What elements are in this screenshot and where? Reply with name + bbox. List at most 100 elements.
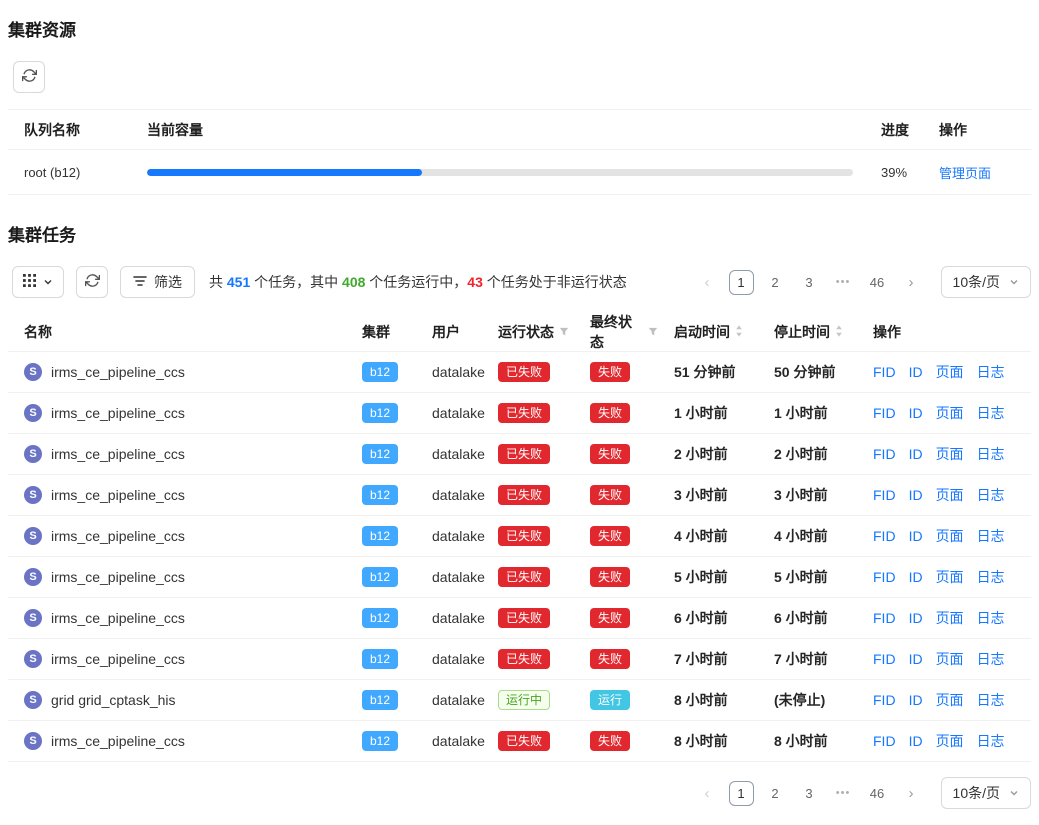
queue-name: root (b12) — [8, 165, 139, 180]
start-time: 2 小时前 — [666, 444, 766, 464]
pagination-page-1[interactable]: 1 — [729, 781, 754, 806]
log-link[interactable]: 日志 — [977, 526, 1005, 546]
table-row: S irms_ce_pipeline_ccs b12 datalake 已失败 … — [8, 393, 1031, 434]
cluster-badge: b12 — [362, 403, 398, 423]
table-row: S irms_ce_pipeline_ccs b12 datalake 已失败 … — [8, 639, 1031, 680]
fid-link[interactable]: FID — [873, 651, 896, 667]
fid-link[interactable]: FID — [873, 405, 896, 421]
fid-link[interactable]: FID — [873, 487, 896, 503]
task-avatar: S — [24, 404, 42, 422]
fid-link[interactable]: FID — [873, 610, 896, 626]
pagination-page-last[interactable]: 46 — [865, 781, 890, 806]
pagination-page-2[interactable]: 2 — [763, 781, 788, 806]
task-name: irms_ce_pipeline_ccs — [51, 733, 185, 749]
id-link[interactable]: ID — [909, 405, 923, 421]
page-size-select[interactable]: 10条/页 — [941, 777, 1031, 809]
filter-button[interactable]: 筛选 — [120, 266, 195, 298]
resources-table-header: 队列名称 当前容量 进度 操作 — [8, 110, 1031, 150]
log-link[interactable]: 日志 — [977, 649, 1005, 669]
task-name: irms_ce_pipeline_ccs — [51, 610, 185, 626]
log-link[interactable]: 日志 — [977, 608, 1005, 628]
pagination-ellipsis[interactable]: ••• — [831, 270, 856, 295]
pagination-page-2[interactable]: 2 — [763, 270, 788, 295]
fid-link[interactable]: FID — [873, 692, 896, 708]
final-status-badge: 运行 — [590, 690, 630, 710]
page-link[interactable]: 页面 — [936, 526, 964, 546]
page-link[interactable]: 页面 — [936, 690, 964, 710]
id-link[interactable]: ID — [909, 446, 923, 462]
page-size-select[interactable]: 10条/页 — [941, 266, 1031, 298]
user-cell: datalake — [424, 651, 490, 667]
fid-link[interactable]: FID — [873, 446, 896, 462]
chevron-down-icon — [1009, 785, 1019, 801]
run-status-cell: 已失败 — [490, 444, 582, 464]
id-link[interactable]: ID — [909, 610, 923, 626]
log-link[interactable]: 日志 — [977, 362, 1005, 382]
table-row: S irms_ce_pipeline_ccs b12 datalake 已失败 … — [8, 434, 1031, 475]
resources-refresh-button[interactable] — [13, 61, 45, 93]
page-link[interactable]: 页面 — [936, 731, 964, 751]
pagination-next-icon[interactable]: › — [899, 781, 924, 806]
log-link[interactable]: 日志 — [977, 567, 1005, 587]
tasks-refresh-button[interactable] — [76, 266, 108, 298]
log-link[interactable]: 日志 — [977, 485, 1005, 505]
log-link[interactable]: 日志 — [977, 403, 1005, 423]
page-link[interactable]: 页面 — [936, 485, 964, 505]
log-link[interactable]: 日志 — [977, 444, 1005, 464]
fid-link[interactable]: FID — [873, 364, 896, 380]
page-link[interactable]: 页面 — [936, 444, 964, 464]
id-link[interactable]: ID — [909, 569, 923, 585]
grid-icon — [23, 274, 36, 290]
run-status-badge: 已失败 — [498, 608, 550, 628]
pagination-next-icon[interactable]: › — [899, 270, 924, 295]
id-link[interactable]: ID — [909, 733, 923, 749]
id-link[interactable]: ID — [909, 364, 923, 380]
column-settings-button[interactable] — [12, 266, 64, 298]
start-time: 8 小时前 — [666, 690, 766, 710]
start-time: 6 小时前 — [666, 608, 766, 628]
run-status-badge: 已失败 — [498, 403, 550, 423]
start-time: 7 小时前 — [666, 649, 766, 669]
final-status-cell: 失败 — [582, 526, 666, 546]
pagination-page-last[interactable]: 46 — [865, 270, 890, 295]
task-name: irms_ce_pipeline_ccs — [51, 528, 185, 544]
final-status-cell: 失败 — [582, 444, 666, 464]
page-link[interactable]: 页面 — [936, 567, 964, 587]
pagination-prev-icon[interactable]: ‹ — [695, 270, 720, 295]
log-link[interactable]: 日志 — [977, 731, 1005, 751]
log-link[interactable]: 日志 — [977, 690, 1005, 710]
pagination-page-3[interactable]: 3 — [797, 270, 822, 295]
fid-link[interactable]: FID — [873, 569, 896, 585]
fid-link[interactable]: FID — [873, 528, 896, 544]
user-name: datalake — [432, 364, 485, 380]
stop-time: (未停止) — [766, 690, 865, 710]
page-link[interactable]: 页面 — [936, 649, 964, 669]
run-status-badge: 已失败 — [498, 485, 550, 505]
chevron-down-icon — [1009, 274, 1019, 290]
page-link[interactable]: 页面 — [936, 362, 964, 382]
fid-link[interactable]: FID — [873, 733, 896, 749]
user-cell: datalake — [424, 364, 490, 380]
manage-page-link[interactable]: 管理页面 — [939, 166, 991, 181]
filter-funnel-icon[interactable] — [559, 324, 569, 340]
pagination-ellipsis[interactable]: ••• — [831, 781, 856, 806]
final-status-badge: 失败 — [590, 731, 630, 751]
page: 集群资源 队列名称 当前容量 进度 操作 root (b12) 39% 管理页面… — [0, 0, 1039, 825]
filter-funnel-icon[interactable] — [648, 324, 658, 340]
user-cell: datalake — [424, 405, 490, 421]
sorter-icon — [735, 324, 743, 340]
col-start-time[interactable]: 启动时间 — [666, 322, 766, 342]
pagination-prev-icon[interactable]: ‹ — [695, 781, 720, 806]
page-link[interactable]: 页面 — [936, 403, 964, 423]
pagination-page-1[interactable]: 1 — [729, 270, 754, 295]
page-link[interactable]: 页面 — [936, 608, 964, 628]
run-status-cell: 已失败 — [490, 485, 582, 505]
col-stop-time[interactable]: 停止时间 — [766, 322, 865, 342]
id-link[interactable]: ID — [909, 692, 923, 708]
id-link[interactable]: ID — [909, 487, 923, 503]
id-link[interactable]: ID — [909, 651, 923, 667]
pagination-page-3[interactable]: 3 — [797, 781, 822, 806]
sorter-icon — [835, 324, 843, 340]
id-link[interactable]: ID — [909, 528, 923, 544]
tasks-table-header: 名称 集群 用户 运行状态 最终状态 启动时间 停止时间 操作 — [8, 312, 1031, 352]
